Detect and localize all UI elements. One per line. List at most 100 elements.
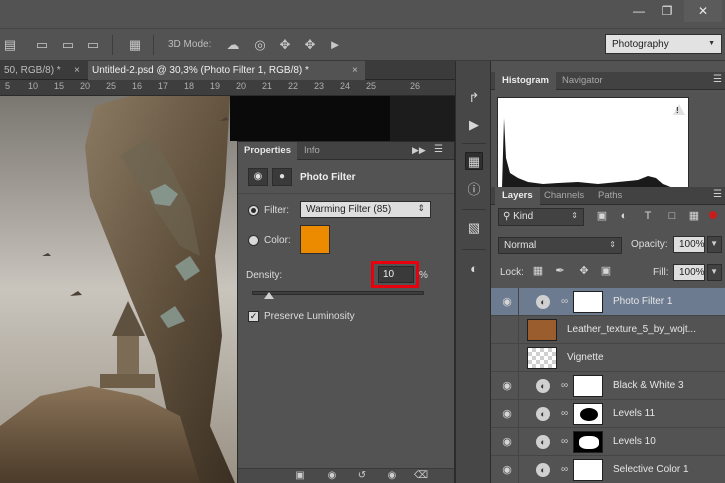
auto-align-icon[interactable]: ▦ — [127, 36, 143, 54]
view-previous-state-icon[interactable]: ◉ — [326, 470, 338, 482]
info-icon[interactable]: ⓘ — [465, 181, 483, 199]
opacity-dropdown[interactable]: ▼ — [707, 236, 722, 253]
type-filter-icon[interactable]: T — [641, 209, 655, 223]
brush-presets-icon[interactable]: ▧ — [465, 219, 483, 237]
mask-icon[interactable]: ● — [272, 168, 292, 186]
layer-row[interactable]: ◉ ◐ ∞ Photo Filter 1 — [491, 288, 725, 316]
align-horizontal-center-icon[interactable]: ▭ — [34, 36, 50, 54]
document-tab[interactable]: 50, RGB/8) * × — [0, 61, 86, 80]
lock-position-icon[interactable]: ✥ — [577, 264, 591, 278]
chevron-down-icon: ▼ — [710, 267, 718, 276]
layer-row[interactable]: ◉ ◐ ∞ Selective Color 1 — [491, 456, 725, 483]
density-slider-track[interactable] — [252, 291, 424, 295]
panel-menu-icon[interactable]: ☰ — [713, 74, 722, 85]
layer-mask-thumbnail[interactable] — [573, 459, 603, 481]
fill-input[interactable]: 100% — [673, 264, 705, 281]
distribute-horizontal-icon[interactable]: ▭ — [60, 36, 76, 54]
adjustment-icon[interactable]: ◉ — [248, 168, 268, 186]
smart-object-filter-icon[interactable]: ▦ — [687, 209, 701, 223]
tab-navigator[interactable]: Navigator — [555, 72, 610, 90]
panel-menu-icon[interactable]: ☰ — [434, 144, 443, 155]
workspace-value: Photography — [612, 39, 669, 50]
lock-all-icon[interactable]: ▣ — [599, 264, 613, 278]
collapse-panel-icon[interactable]: ▶▶ — [412, 145, 426, 156]
tab-channels[interactable]: Channels — [537, 187, 591, 205]
lock-transparent-icon[interactable]: ▦ — [531, 264, 545, 278]
lock-pixels-icon[interactable]: ✒ — [553, 264, 567, 278]
filter-radio[interactable] — [248, 205, 259, 216]
layer-row[interactable]: ◉ ◐ ∞ Levels 11 — [491, 400, 725, 428]
layer-row[interactable]: ◉ ◐ ∞ Levels 10 — [491, 428, 725, 456]
adjustment-filter-icon[interactable]: ◐ — [617, 209, 631, 223]
dark-area — [230, 96, 390, 141]
filter-select[interactable]: Warming Filter (85) ⇕ — [300, 201, 431, 218]
visibility-eye-icon[interactable]: ◉ — [500, 407, 514, 421]
3d-drag-icon[interactable]: ✥ — [277, 36, 293, 54]
color-radio[interactable] — [248, 235, 259, 246]
tab-paths[interactable]: Paths — [591, 187, 629, 205]
clip-to-layer-icon[interactable]: ▣ — [294, 470, 306, 482]
panel-menu-icon[interactable]: ☰ — [713, 189, 722, 200]
close-tab-icon[interactable]: × — [352, 61, 358, 80]
layer-filter-kind-select[interactable]: ⚲ Kind ⇕ — [498, 208, 584, 226]
3d-roll-icon[interactable]: ◎ — [252, 36, 268, 54]
layer-mask-thumbnail[interactable] — [573, 431, 603, 453]
layer-mask-thumbnail[interactable] — [573, 375, 603, 397]
density-slider-thumb[interactable] — [264, 292, 275, 299]
preserve-luminosity-checkbox[interactable]: ✓ — [248, 311, 259, 322]
preserve-luminosity-label: Preserve Luminosity — [264, 311, 355, 322]
3d-slide-icon[interactable]: ✥ — [302, 36, 318, 54]
tab-layers[interactable]: Layers — [495, 187, 540, 205]
tab-properties[interactable]: Properties — [238, 142, 297, 160]
visibility-eye-icon[interactable]: ◉ — [500, 463, 514, 477]
fill-dropdown[interactable]: ▼ — [707, 264, 722, 281]
opacity-input[interactable]: 100% — [673, 236, 705, 253]
toolbar-separator — [112, 35, 113, 55]
layer-row[interactable]: ◉ ◐ ∞ Black & White 3 — [491, 372, 725, 400]
link-icon[interactable]: ∞ — [561, 380, 568, 391]
workspace-select[interactable]: Photography ▼ — [605, 34, 722, 54]
link-icon[interactable]: ∞ — [561, 464, 568, 475]
restore-icon[interactable]: ❐ — [653, 0, 681, 22]
trash-icon[interactable]: ⌫ — [414, 470, 428, 482]
3d-camera-icon[interactable]: ► — [327, 36, 343, 54]
close-tab-icon[interactable]: × — [74, 61, 80, 80]
layer-mask-thumbnail[interactable] — [573, 291, 603, 313]
blend-mode-select[interactable]: Normal ⇕ — [498, 237, 622, 254]
close-icon[interactable]: ✕ — [684, 0, 722, 22]
align-left-icon[interactable]: ▤ — [2, 36, 18, 54]
styles-icon[interactable]: ◐ — [465, 260, 483, 278]
layer-row[interactable]: Leather_texture_5_by_wojt... — [491, 316, 725, 344]
layer-thumbnail[interactable] — [527, 347, 557, 369]
warning-icon[interactable] — [673, 104, 685, 115]
adjustments-icon[interactable]: ▦ — [465, 152, 483, 170]
3d-rotate-icon[interactable]: ☁ — [225, 36, 241, 54]
filter-toggle-icon[interactable] — [709, 211, 717, 219]
visibility-eye-icon[interactable]: ◉ — [500, 435, 514, 449]
link-icon[interactable]: ∞ — [561, 436, 568, 447]
tab-info[interactable]: Info — [298, 142, 326, 160]
ruler-tick-label: 20 — [236, 81, 247, 91]
visibility-eye-icon[interactable]: ◉ — [386, 470, 398, 482]
history-icon[interactable]: ↱ — [465, 89, 483, 107]
filter-kind-value: Kind — [513, 211, 534, 222]
color-swatch[interactable] — [300, 225, 330, 254]
ruler-tick-label: 23 — [314, 81, 325, 91]
ruler-tick-label: 18 — [184, 81, 195, 91]
link-icon[interactable]: ∞ — [561, 408, 568, 419]
minimize-icon[interactable]: — — [625, 0, 653, 22]
layer-mask-thumbnail[interactable] — [573, 403, 603, 425]
visibility-column — [491, 316, 519, 343]
visibility-eye-icon[interactable]: ◉ — [500, 379, 514, 393]
link-icon[interactable]: ∞ — [561, 296, 568, 307]
visibility-eye-icon[interactable]: ◉ — [500, 295, 514, 309]
tab-histogram[interactable]: Histogram — [495, 72, 556, 90]
play-actions-icon[interactable]: ▶ — [465, 116, 483, 134]
document-tab-active[interactable]: Untitled-2.psd @ 30,3% (Photo Filter 1, … — [88, 61, 365, 80]
layer-row[interactable]: Vignette — [491, 344, 725, 372]
shape-filter-icon[interactable]: □ — [665, 209, 679, 223]
align-right-icon[interactable]: ▭ — [85, 36, 101, 54]
pixel-filter-icon[interactable]: ▣ — [595, 209, 609, 223]
reset-icon[interactable]: ↺ — [356, 470, 368, 482]
layer-thumbnail[interactable] — [527, 319, 557, 341]
